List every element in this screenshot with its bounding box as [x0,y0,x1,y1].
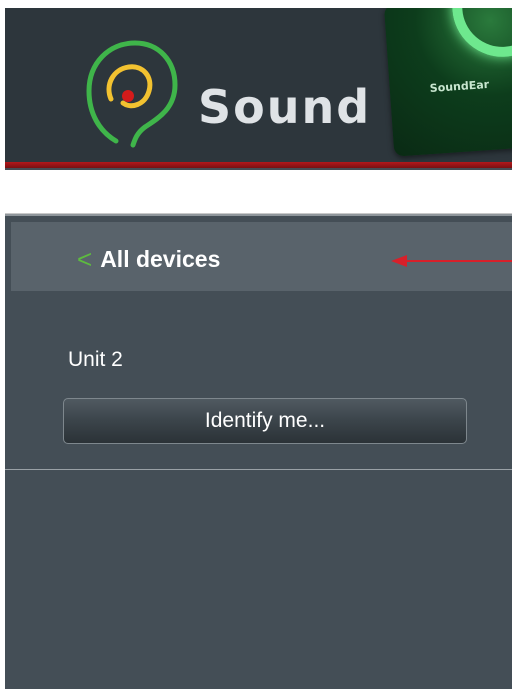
toolbar-divider [5,214,512,216]
chevron-left-icon: < [77,244,93,274]
identify-me-button[interactable]: Identify me... [63,398,467,444]
soundear-logo-icon [86,40,178,148]
unit-name: Unit 2 [68,348,123,371]
header-red-rule [5,162,512,168]
device-brand-label: SoundEar [429,77,490,96]
app-frame: Sound SoundEar < All devices Unit 2 Iden… [5,8,512,689]
device-glow-ring [448,8,512,61]
device-image: SoundEar [383,8,512,157]
brand-name: Sound [198,80,372,134]
back-link-label: All devices [100,245,221,272]
arrow-left-annotation-icon [391,255,512,267]
back-to-all-devices-link[interactable]: < All devices [77,244,220,274]
section-divider [5,469,512,470]
toolbar-strip [5,170,512,214]
